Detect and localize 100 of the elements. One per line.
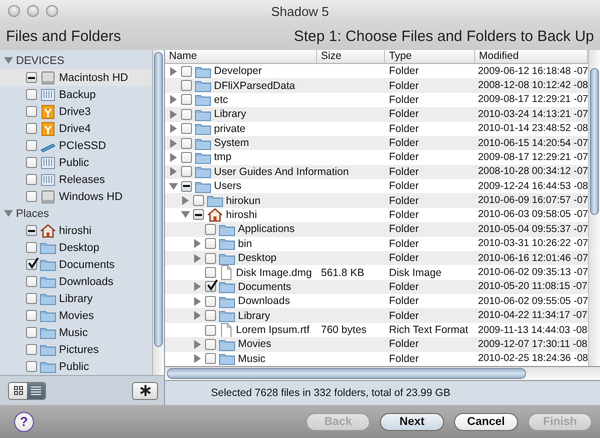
sidebar-item[interactable]: Movies [0, 307, 152, 324]
checkbox[interactable] [181, 123, 192, 134]
sidebar-item[interactable]: Drive3 [0, 103, 152, 120]
checkbox[interactable] [26, 106, 37, 117]
disclosure-triangle[interactable] [169, 110, 178, 119]
checkbox[interactable] [26, 344, 37, 355]
file-row[interactable]: Documents Folder 2010-05-20 11:08:15 -07 [165, 280, 588, 294]
checkbox[interactable] [205, 324, 216, 336]
checkbox[interactable] [181, 180, 192, 192]
sidebar-item[interactable]: Library [0, 290, 152, 307]
checkbox[interactable] [26, 276, 37, 287]
checkbox[interactable] [181, 94, 192, 106]
scrollbar[interactable] [165, 367, 600, 381]
file-row[interactable]: Music Folder 2010-02-25 18:24:36 -08 [165, 352, 588, 366]
sidebar-item[interactable]: Public [0, 154, 152, 171]
disclosure-triangle[interactable] [169, 124, 178, 134]
sidebar-item[interactable]: Macintosh HD [0, 69, 152, 86]
checkbox[interactable] [181, 166, 192, 178]
disclosure-triangle[interactable] [169, 138, 178, 148]
disclosure-triangle[interactable] [4, 209, 13, 218]
disclosure-triangle[interactable] [193, 354, 202, 364]
checkbox[interactable] [26, 140, 37, 151]
file-row[interactable]: Developer Folder 2009-06-12 16:18:48 -07 [165, 64, 588, 78]
sidebar-item[interactable]: Windows HD [0, 188, 152, 205]
sidebar-item[interactable]: PCIeSSD [0, 137, 152, 154]
sidebar-item[interactable]: Releases [0, 171, 152, 188]
file-row[interactable]: User Guides And Information Folder 2008-10-28 00:34:12 -07 [165, 164, 588, 179]
disclosure-triangle[interactable] [193, 311, 202, 320]
window-button[interactable] [8, 5, 20, 17]
file-row[interactable]: etc Folder 2009-08-17 12:29:21 -07 [165, 92, 588, 108]
checkbox[interactable] [205, 296, 216, 307]
sidebar-item[interactable]: hiroshi [0, 222, 152, 239]
checkbox[interactable] [205, 267, 216, 278]
file-row[interactable]: Disk Image.dmg 561.8 KB Disk Image 2010-06-02 09:35:13 -07 [165, 265, 588, 280]
file-row[interactable]: Desktop Folder 2010-06-16 12:01:46 -07 [165, 250, 588, 266]
sidebar-item[interactable]: Documents [0, 256, 152, 273]
checkbox[interactable] [26, 361, 37, 372]
checkbox[interactable] [205, 252, 216, 264]
file-row[interactable]: Users Folder 2009-12-24 16:44:53 -08 [165, 179, 588, 194]
column-header[interactable]: Type [385, 50, 475, 63]
file-row[interactable]: Downloads Folder 2010-06-02 09:55:05 -07 [165, 294, 588, 308]
disclosure-triangle[interactable] [193, 296, 202, 306]
disclosure-triangle[interactable] [181, 210, 190, 220]
checkbox[interactable] [181, 80, 192, 92]
file-row[interactable]: Lorem Ipsum.rtf 760 bytes Rich Text Format 2009-11-13 14:44:03 -08 [165, 322, 588, 338]
file-row[interactable]: private Folder 2010-01-14 23:48:52 -08 [165, 122, 588, 136]
help-button[interactable]: ? [14, 412, 34, 432]
disclosure-triangle[interactable] [193, 239, 202, 248]
file-row[interactable]: hirokun Folder 2010-06-09 16:07:57 -07 [165, 193, 588, 208]
disclosure-triangle[interactable] [169, 182, 178, 191]
checkbox[interactable] [26, 123, 37, 134]
checkbox[interactable] [181, 66, 192, 77]
sidebar-item[interactable]: Backup [0, 86, 152, 103]
sidebar-item[interactable]: Pictures [0, 341, 152, 358]
sidebar-item[interactable]: Public [0, 358, 152, 375]
checkbox[interactable] [26, 191, 37, 202]
scrollbar[interactable] [588, 50, 600, 366]
disclosure-triangle[interactable] [181, 196, 190, 206]
window-button[interactable] [46, 5, 58, 17]
file-row[interactable]: bin Folder 2010-03-31 10:26:22 -07 [165, 236, 588, 251]
action-button[interactable] [132, 382, 158, 400]
wizard-button[interactable]: Cancel [454, 412, 518, 430]
checkbox[interactable] [193, 195, 204, 206]
checkbox[interactable] [181, 108, 192, 120]
file-row[interactable]: Applications Folder 2010-05-04 09:55:37 -07 [165, 222, 588, 236]
scrollbar[interactable] [152, 50, 164, 376]
sidebar-item[interactable]: Downloads [0, 273, 152, 290]
list-view-button[interactable] [27, 382, 45, 399]
checkbox[interactable] [26, 242, 37, 253]
sidebar-item[interactable]: Desktop [0, 239, 152, 256]
checkbox[interactable] [205, 224, 216, 235]
wizard-button[interactable]: Next [380, 412, 444, 430]
sidebar-item[interactable]: Drive4 [0, 120, 152, 137]
checkbox[interactable] [26, 259, 37, 270]
disclosure-triangle[interactable] [169, 95, 178, 104]
file-row[interactable]: System Folder 2010-06-15 14:20:54 -07 [165, 136, 588, 150]
checkbox[interactable] [26, 225, 37, 236]
sidebar-item[interactable]: Music [0, 324, 152, 341]
checkbox[interactable] [205, 238, 216, 250]
file-row[interactable]: tmp Folder 2009-08-17 12:29:21 -07 [165, 150, 588, 165]
checkbox[interactable] [181, 138, 192, 149]
column-header[interactable]: Size [317, 50, 385, 63]
file-row[interactable]: Movies Folder 2009-12-07 17:30:11 -08 [165, 337, 588, 352]
disclosure-triangle[interactable] [169, 167, 178, 176]
checkbox[interactable] [26, 89, 37, 100]
disclosure-triangle[interactable] [193, 282, 202, 292]
disclosure-triangle[interactable] [169, 66, 178, 76]
checkbox[interactable] [205, 353, 216, 364]
checkbox[interactable] [205, 281, 216, 292]
disclosure-triangle[interactable] [169, 152, 178, 162]
checkbox[interactable] [193, 209, 204, 220]
checkbox[interactable] [26, 310, 37, 321]
checkbox[interactable] [26, 174, 37, 185]
checkbox[interactable] [26, 157, 37, 168]
disclosure-triangle[interactable] [4, 56, 13, 65]
file-row[interactable]: hiroshi Folder 2010-06-03 09:58:05 -07 [165, 208, 588, 222]
disclosure-triangle[interactable] [193, 340, 202, 349]
checkbox[interactable] [26, 327, 37, 338]
file-row[interactable]: Library Folder 2010-03-24 14:13:21 -07 [165, 107, 588, 122]
checkbox[interactable] [205, 310, 216, 322]
